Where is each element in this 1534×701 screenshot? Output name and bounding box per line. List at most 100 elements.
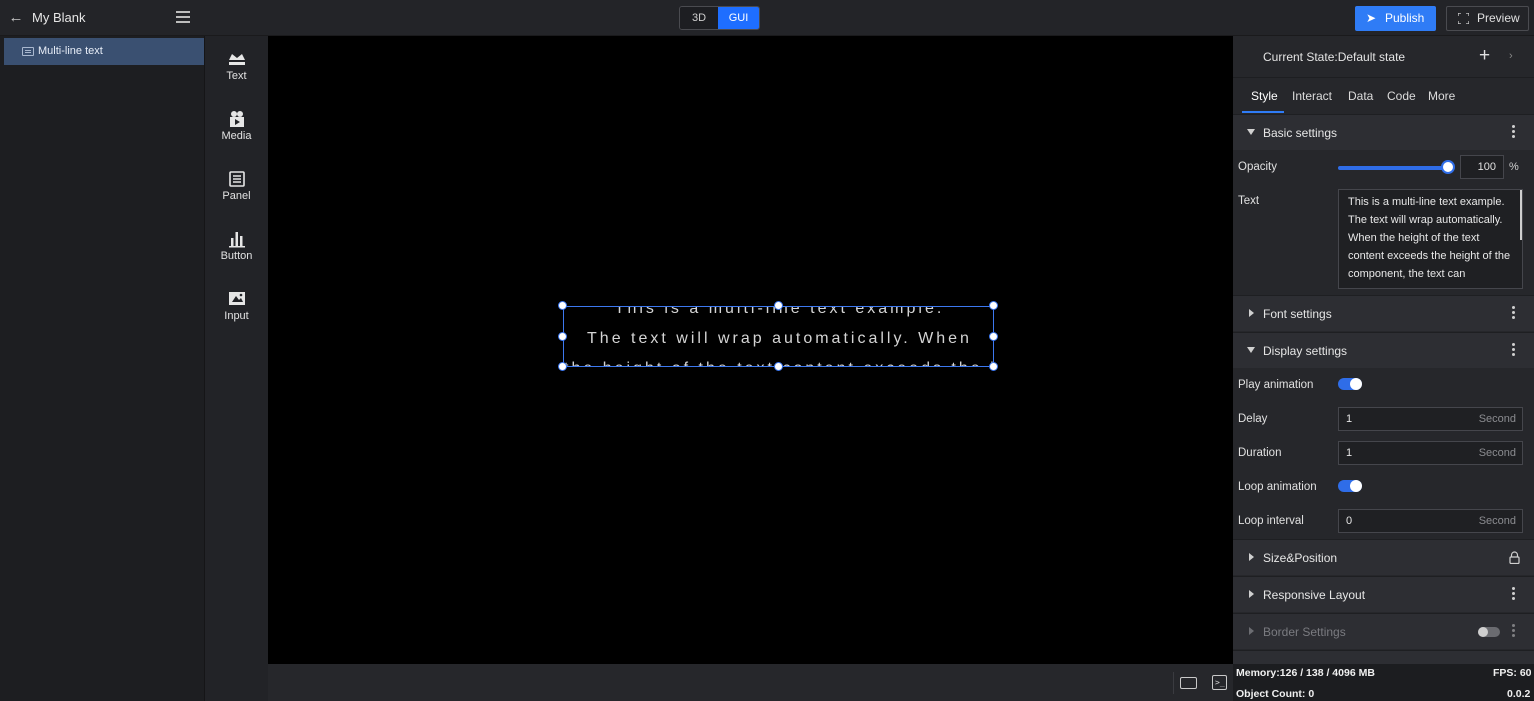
preview-button[interactable]: Preview xyxy=(1446,6,1529,31)
back-arrow-icon[interactable]: ← xyxy=(8,10,24,26)
duration-label: Duration xyxy=(1238,447,1282,459)
section-title: Size&Position xyxy=(1263,551,1338,565)
resize-handle-bottom[interactable] xyxy=(774,362,783,371)
palette-item-label: Media xyxy=(221,130,252,142)
text-layer-icon xyxy=(22,47,34,56)
opacity-slider[interactable] xyxy=(1338,166,1449,170)
mode-gui-button[interactable]: GUI xyxy=(718,7,759,29)
button-chart-icon xyxy=(228,232,245,248)
mode-3d-button[interactable]: 3D xyxy=(680,7,718,29)
version-label: 0.0.2 xyxy=(1507,688,1531,700)
section-font-settings[interactable]: Font settings xyxy=(1233,295,1534,331)
add-state-icon[interactable]: + xyxy=(1479,45,1490,67)
tab-data[interactable]: Data xyxy=(1348,89,1373,103)
duration-input[interactable]: 1 Second xyxy=(1338,441,1523,465)
fps-readout: FPS: 60 xyxy=(1493,667,1532,679)
more-options-icon[interactable] xyxy=(1512,587,1516,602)
terminal-icon[interactable]: >_ xyxy=(1212,675,1227,690)
resize-handle-top-left[interactable] xyxy=(558,301,567,310)
expand-icon xyxy=(1249,553,1254,561)
input-icon xyxy=(228,292,245,305)
keyboard-icon[interactable] xyxy=(1180,677,1197,689)
section-basic-settings[interactable]: Basic settings xyxy=(1233,114,1534,150)
more-options-icon[interactable] xyxy=(1512,306,1516,321)
preview-label: Preview xyxy=(1477,11,1520,25)
loop-interval-unit: Second xyxy=(1478,515,1516,527)
canvas-bottom-toolbar: >_ xyxy=(268,664,1233,701)
section-title: Display settings xyxy=(1263,344,1348,358)
property-tabs: Style Interact Data Code More xyxy=(1233,79,1534,114)
border-toggle[interactable] xyxy=(1478,627,1500,637)
more-options-icon[interactable] xyxy=(1512,343,1516,358)
chevron-right-icon[interactable]: › xyxy=(1509,50,1513,62)
resize-handle-bottom-right[interactable] xyxy=(989,362,998,371)
state-selector[interactable]: Current State:Default state + › xyxy=(1233,36,1534,78)
opacity-input[interactable]: 100 xyxy=(1460,155,1504,179)
duration-value: 1 xyxy=(1346,447,1353,459)
section-title: Basic settings xyxy=(1263,126,1338,140)
palette-item-text[interactable]: Text xyxy=(205,50,268,98)
expand-icon xyxy=(1249,309,1254,317)
play-animation-label: Play animation xyxy=(1238,379,1314,391)
section-display-settings[interactable]: Display settings xyxy=(1233,332,1534,368)
opacity-slider-handle[interactable] xyxy=(1441,160,1455,174)
resize-handle-top-right[interactable] xyxy=(989,301,998,310)
section-title: Border Settings xyxy=(1263,625,1346,639)
play-animation-toggle[interactable] xyxy=(1338,378,1362,390)
more-options-icon[interactable] xyxy=(1512,125,1516,140)
design-canvas[interactable]: This is a multi-line text example. The t… xyxy=(268,36,1233,664)
palette-item-media[interactable]: Media xyxy=(205,110,268,158)
lock-icon[interactable] xyxy=(1509,551,1520,564)
section-responsive-layout[interactable]: Responsive Layout xyxy=(1233,576,1534,612)
delay-unit: Second xyxy=(1478,413,1516,425)
selected-text-component[interactable]: This is a multi-line text example. The t… xyxy=(563,306,994,367)
palette-item-label: Text xyxy=(226,70,247,82)
palette-item-input[interactable]: Input xyxy=(205,290,268,338)
tab-code[interactable]: Code xyxy=(1387,89,1416,103)
menu-icon[interactable] xyxy=(176,11,190,23)
component-palette: Text Media Panel Button Input xyxy=(205,36,268,701)
project-title: My Blank xyxy=(32,10,86,25)
resize-handle-right[interactable] xyxy=(989,332,998,341)
current-state-label: Current State:Default state xyxy=(1263,50,1406,64)
textarea-scrollbar[interactable] xyxy=(1520,190,1522,240)
loop-interval-input[interactable]: 0 Second xyxy=(1338,509,1523,533)
loop-animation-label: Loop animation xyxy=(1238,481,1317,493)
delay-label: Delay xyxy=(1238,413,1268,425)
layer-item-multi-line-text[interactable]: Multi-line text xyxy=(4,38,204,65)
more-options-icon[interactable] xyxy=(1512,624,1516,639)
section-size-position[interactable]: Size&Position xyxy=(1233,539,1534,575)
text-label: Text xyxy=(1238,195,1260,207)
text-line: The text will wrap automatically. When xyxy=(587,330,972,347)
layer-item-label: Multi-line text xyxy=(38,45,103,57)
media-icon xyxy=(229,111,244,127)
text-content-field[interactable]: This is a multi-line text example. The t… xyxy=(1338,189,1523,289)
properties-panel: Current State:Default state + › Style In… xyxy=(1233,36,1534,664)
palette-item-button[interactable]: Button xyxy=(205,230,268,278)
active-tab-indicator xyxy=(1242,111,1284,113)
tab-interact[interactable]: Interact xyxy=(1292,89,1332,103)
loop-interval-value: 0 xyxy=(1346,515,1353,527)
expand-icon xyxy=(1249,627,1254,635)
mode-switch: 3D GUI xyxy=(679,6,760,30)
resize-handle-left[interactable] xyxy=(558,332,567,341)
delay-input[interactable]: 1 Second xyxy=(1338,407,1523,431)
tab-more[interactable]: More xyxy=(1428,89,1455,103)
loop-animation-toggle[interactable] xyxy=(1338,480,1362,492)
publish-label: Publish xyxy=(1385,11,1425,25)
collapse-icon xyxy=(1247,129,1255,135)
duration-unit: Second xyxy=(1478,447,1516,459)
publish-button[interactable]: ➤ Publish xyxy=(1355,6,1436,31)
section-border-settings[interactable]: Border Settings xyxy=(1233,613,1534,649)
memory-readout: Memory:126 / 138 / 4096 MB xyxy=(1236,667,1375,679)
top-bar: ← My Blank 3D GUI ➤ Publish Preview xyxy=(0,0,1534,36)
resize-handle-top[interactable] xyxy=(774,301,783,310)
tab-style[interactable]: Style xyxy=(1251,89,1278,103)
opacity-unit: % xyxy=(1509,161,1519,173)
palette-item-label: Button xyxy=(220,250,253,262)
layer-panel: Multi-line text xyxy=(0,36,205,701)
palette-item-panel[interactable]: Panel xyxy=(205,170,268,218)
expand-icon xyxy=(1249,590,1254,598)
resize-handle-bottom-left[interactable] xyxy=(558,362,567,371)
section-title: Responsive Layout xyxy=(1263,588,1366,602)
